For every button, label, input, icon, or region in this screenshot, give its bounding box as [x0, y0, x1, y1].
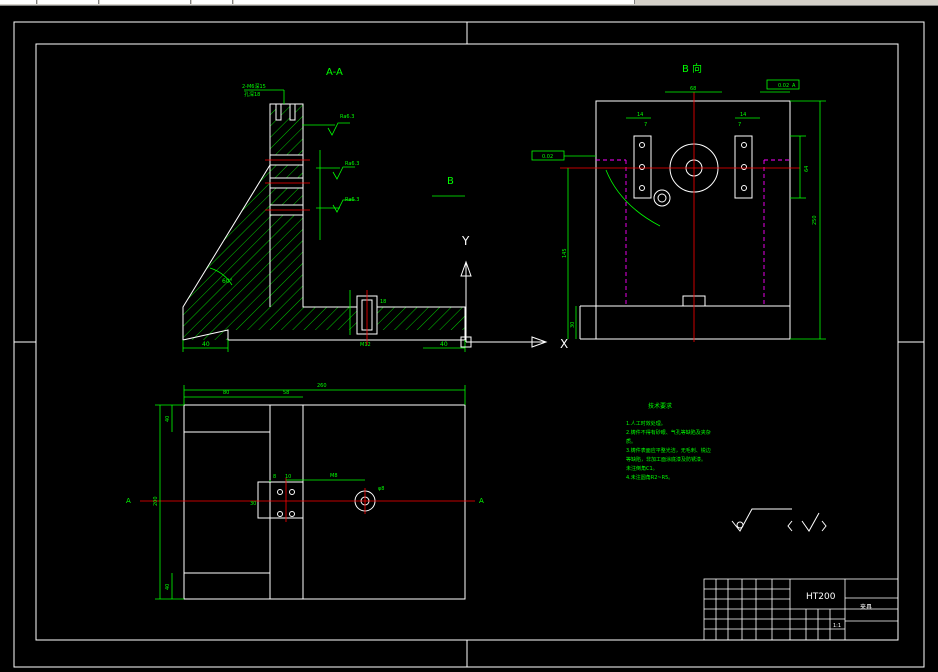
side-tol-top: 0.02: [778, 83, 789, 89]
side-view-b[interactable]: B 向 68 14 14 7 7 250 64 145 30 0.02 0.02…: [531, 62, 826, 342]
ucs-y-label: Y: [461, 234, 470, 248]
toolbar-tab[interactable]: [100, 0, 191, 4]
plan-dim-circle: φ8: [378, 486, 384, 492]
plan-view[interactable]: 260 80 58 200 40 40 8 10 30 M8 φ8 A A: [126, 383, 484, 600]
plan-dim-top-step: 40: [165, 416, 171, 422]
title-scale: 1:1: [833, 623, 841, 629]
side-dim-right-w: 14: [740, 112, 746, 118]
ucs-icon: [460, 260, 548, 348]
section-dim-slot: M12: [360, 342, 371, 348]
section-dim-depth: 18: [380, 299, 386, 305]
notes-line: 质。: [626, 438, 636, 445]
notes-line: 3.铸件表面应平整光洁，无毛刺、锐边: [626, 447, 711, 454]
section-dim-roughness-3: Ra6.3: [345, 197, 359, 203]
section-dim-right: 40: [440, 341, 448, 348]
plan-dim-bottom-step: 40: [165, 584, 171, 590]
side-dim-small-left: 7: [644, 122, 647, 128]
plan-dim-offset: 30: [250, 501, 256, 507]
section-view-a-a[interactable]: A-A Ra6.3 Ra6.3 Ra6.3 40 40 60° M12 18 2…: [182, 67, 466, 352]
roughness-symbol: [731, 508, 827, 532]
side-dim-height: 250: [812, 215, 818, 225]
section-dim-angle: 60°: [222, 278, 233, 285]
toolbar-tab[interactable]: [38, 0, 99, 4]
notes-line: 等缺陷，非加工面涂底漆及防锈漆。: [626, 456, 706, 463]
plan-dim-height: 200: [153, 496, 159, 506]
plan-dim-slot: M8: [330, 473, 338, 479]
side-title: B 向: [682, 62, 702, 75]
plan-dim-left: 80: [223, 390, 229, 396]
side-dim-top: 68: [690, 86, 696, 92]
section-mark-right: A: [479, 497, 484, 505]
notes-line: 1.人工时效处理。: [626, 420, 666, 427]
view-arrow-b: B: [432, 176, 465, 197]
notes-title: 技术要求: [648, 402, 672, 410]
section-dim-left: 40: [202, 341, 210, 348]
side-dim-left-w: 14: [637, 112, 643, 118]
drawing-frame: [13, 21, 925, 668]
title-material: HT200: [806, 592, 836, 602]
notes-line: 4.未注圆角R2~R5。: [626, 474, 673, 481]
toolbar-tab[interactable]: [0, 0, 37, 4]
section-title: A-A: [326, 67, 343, 78]
notes-line: 2.铸件不得有砂眼、气孔等缺陷及夹杂: [626, 429, 711, 436]
section-dim-roughness-2: Ra6.3: [345, 161, 359, 167]
side-tol-side: 0.02: [542, 154, 553, 160]
technical-requirements: 技术要求 1.人工时效处理。 2.铸件不得有砂眼、气孔等缺陷及夹杂 质。 3.铸…: [626, 402, 711, 481]
section-body-hatch: [183, 104, 465, 340]
toolbar-tab[interactable]: [192, 0, 233, 4]
section-note-top: 2-M6深15: [242, 83, 266, 90]
side-tol-ref: A: [792, 83, 796, 89]
toolbar-tab[interactable]: [234, 0, 635, 4]
section-dim-roughness-1: Ra6.3: [340, 114, 354, 120]
ucs-x-label: X: [560, 337, 568, 351]
side-dim-small-right: 7: [738, 122, 741, 128]
side-dim-inner-height: 145: [562, 248, 568, 258]
view-arrow-label: B: [447, 176, 454, 187]
plan-dim-total: 260: [317, 383, 327, 389]
section-note-sub: 孔深18: [244, 91, 260, 98]
section-mark-left: A: [126, 497, 131, 505]
notes-line: 未注倒角C1。: [626, 465, 658, 472]
title-part-name: 夹具: [860, 603, 872, 611]
plan-dim-hole-b: 10: [285, 474, 291, 480]
plan-dim-mid: 58: [283, 390, 289, 396]
cad-drawing-canvas[interactable]: A-A Ra6.3 Ra6.3 Ra6.3 40 40 60° M12 18 2…: [0, 5, 938, 672]
side-dim-right-mid: 64: [804, 166, 810, 172]
side-dim-bottom: 30: [570, 322, 576, 328]
plan-dim-hole-a: 8: [273, 474, 276, 480]
